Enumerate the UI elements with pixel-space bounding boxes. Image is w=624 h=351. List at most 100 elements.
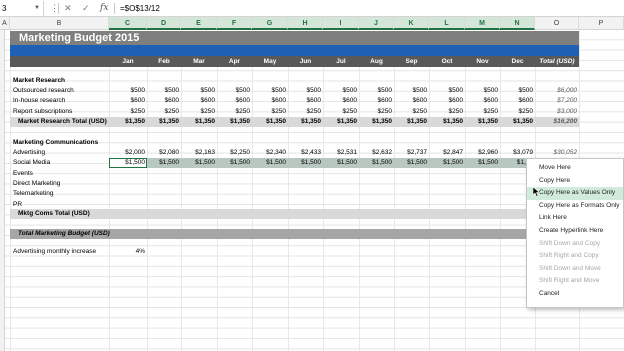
value-cell[interactable]: $2,531 <box>323 148 357 158</box>
value-cell[interactable]: $250 <box>147 107 179 117</box>
menu-item-copy-here[interactable]: Copy Here <box>527 175 623 188</box>
value-cell[interactable]: $2,847 <box>429 148 463 158</box>
total-value-cell[interactable]: $1,350 <box>181 117 215 127</box>
value-cell[interactable]: $250 <box>323 107 357 117</box>
value-cell[interactable]: $3,079 <box>500 148 533 158</box>
total-value-cell[interactable]: $1,350 <box>429 117 463 127</box>
value-cell[interactable]: $250 <box>217 107 250 117</box>
menu-item-copy-here-as-formats-only[interactable]: Copy Here as Formats Only <box>527 200 623 213</box>
value-cell[interactable]: $2,250 <box>217 148 250 158</box>
value-cell[interactable]: $2,000 <box>109 148 145 158</box>
total-value-cell[interactable]: $1,350 <box>288 117 321 127</box>
value-cell[interactable]: $600 <box>429 96 463 106</box>
enter-icon[interactable]: ✓ <box>82 1 90 16</box>
total-value-cell[interactable]: $1,350 <box>359 117 392 127</box>
value-cell[interactable]: $250 <box>500 107 533 117</box>
total-cell[interactable]: $6,000 <box>535 86 577 96</box>
value-cell[interactable]: $2,960 <box>465 148 498 158</box>
value-cell[interactable]: $1,500 <box>109 158 145 168</box>
column-header-i[interactable]: I <box>323 17 359 30</box>
value-cell[interactable]: $600 <box>323 96 357 106</box>
value-cell[interactable]: $600 <box>217 96 250 106</box>
column-header-h[interactable]: H <box>288 17 323 30</box>
value-cell[interactable]: $1,500 <box>288 158 321 168</box>
menu-item-copy-here-as-values-only[interactable]: Copy Here as Values Only <box>527 187 623 200</box>
column-header-e[interactable]: E <box>181 17 217 30</box>
value-cell[interactable]: $600 <box>147 96 179 106</box>
value-cell[interactable]: $600 <box>252 96 286 106</box>
value-cell[interactable]: $600 <box>465 96 498 106</box>
value-cell[interactable]: $500 <box>109 86 145 96</box>
value-cell[interactable]: $500 <box>359 86 392 96</box>
increase-value-cell[interactable]: 4% <box>109 247 145 257</box>
column-header-f[interactable]: F <box>217 17 252 30</box>
value-cell[interactable]: $2,163 <box>181 148 215 158</box>
total-cell[interactable]: $7,200 <box>535 96 577 106</box>
value-cell[interactable]: $500 <box>429 86 463 96</box>
value-cell[interactable]: $1,500 <box>217 158 250 168</box>
value-cell[interactable]: $1,500 <box>359 158 392 168</box>
total-value-cell[interactable]: $1,350 <box>323 117 357 127</box>
column-header-m[interactable]: M <box>465 17 500 30</box>
total-cell[interactable]: $3,000 <box>535 107 577 117</box>
total-value-cell[interactable]: $1,350 <box>147 117 179 127</box>
total-value-cell[interactable]: $1,350 <box>394 117 427 127</box>
menu-item-cancel[interactable]: Cancel <box>527 288 623 301</box>
value-cell[interactable]: $250 <box>359 107 392 117</box>
column-header-p[interactable]: P <box>579 17 624 30</box>
value-cell[interactable]: $1,500 <box>181 158 215 168</box>
value-cell[interactable]: $1,500 <box>465 158 498 168</box>
value-cell[interactable]: $600 <box>500 96 533 106</box>
value-cell[interactable]: $250 <box>288 107 321 117</box>
value-cell[interactable]: $600 <box>181 96 215 106</box>
column-header-n[interactable]: N <box>500 17 535 30</box>
column-header-g[interactable]: G <box>252 17 288 30</box>
value-cell[interactable]: $500 <box>147 86 179 96</box>
value-cell[interactable]: $600 <box>288 96 321 106</box>
value-cell[interactable]: $500 <box>500 86 533 96</box>
insert-function-icon[interactable]: fx <box>100 1 108 16</box>
value-cell[interactable]: $1,500 <box>323 158 357 168</box>
value-cell[interactable]: $2,632 <box>359 148 392 158</box>
value-cell[interactable]: $500 <box>323 86 357 96</box>
value-cell[interactable]: $250 <box>394 107 427 117</box>
value-cell[interactable]: $250 <box>109 107 145 117</box>
value-cell[interactable]: $250 <box>252 107 286 117</box>
value-cell[interactable]: $250 <box>181 107 215 117</box>
column-header-k[interactable]: K <box>394 17 429 30</box>
value-cell[interactable]: $500 <box>252 86 286 96</box>
value-cell[interactable]: $250 <box>465 107 498 117</box>
total-value-cell[interactable]: $1,350 <box>500 117 533 127</box>
cancel-icon[interactable]: ✕ <box>64 1 72 16</box>
value-cell[interactable]: $500 <box>181 86 215 96</box>
menu-item-link-here[interactable]: Link Here <box>527 212 623 225</box>
value-cell[interactable]: $600 <box>359 96 392 106</box>
value-cell[interactable]: $500 <box>394 86 427 96</box>
formula-input[interactable]: =$O$13/12 <box>118 1 624 16</box>
value-cell[interactable]: $2,433 <box>288 148 321 158</box>
value-cell[interactable]: $600 <box>109 96 145 106</box>
column-header-d[interactable]: D <box>147 17 181 30</box>
value-cell[interactable]: $2,737 <box>394 148 427 158</box>
column-header-a[interactable]: A <box>0 17 10 30</box>
total-value-cell[interactable]: $1,350 <box>109 117 145 127</box>
value-cell[interactable]: $500 <box>465 86 498 96</box>
total-cell[interactable]: $16,200 <box>535 117 578 127</box>
column-header-j[interactable]: J <box>359 17 394 30</box>
value-cell[interactable]: $250 <box>429 107 463 117</box>
menu-item-create-hyperlink-here[interactable]: Create Hyperlink Here <box>527 225 623 238</box>
value-cell[interactable]: $2,080 <box>147 148 179 158</box>
total-cell[interactable]: $30,052 <box>535 148 578 158</box>
chevron-down-icon[interactable]: ▼ <box>34 1 40 16</box>
value-cell[interactable]: $500 <box>217 86 250 96</box>
value-cell[interactable]: $1,500 <box>147 158 179 168</box>
column-header-o[interactable]: O <box>535 17 579 30</box>
total-value-cell[interactable]: $1,350 <box>252 117 286 127</box>
value-cell[interactable]: $600 <box>394 96 427 106</box>
name-box[interactable]: 3 ▼ <box>0 1 44 16</box>
value-cell[interactable]: $1,500 <box>394 158 427 168</box>
value-cell[interactable]: $1,500 <box>429 158 463 168</box>
value-cell[interactable]: $1,500 <box>252 158 286 168</box>
column-header-c[interactable]: C <box>109 17 147 30</box>
column-header-l[interactable]: L <box>429 17 465 30</box>
